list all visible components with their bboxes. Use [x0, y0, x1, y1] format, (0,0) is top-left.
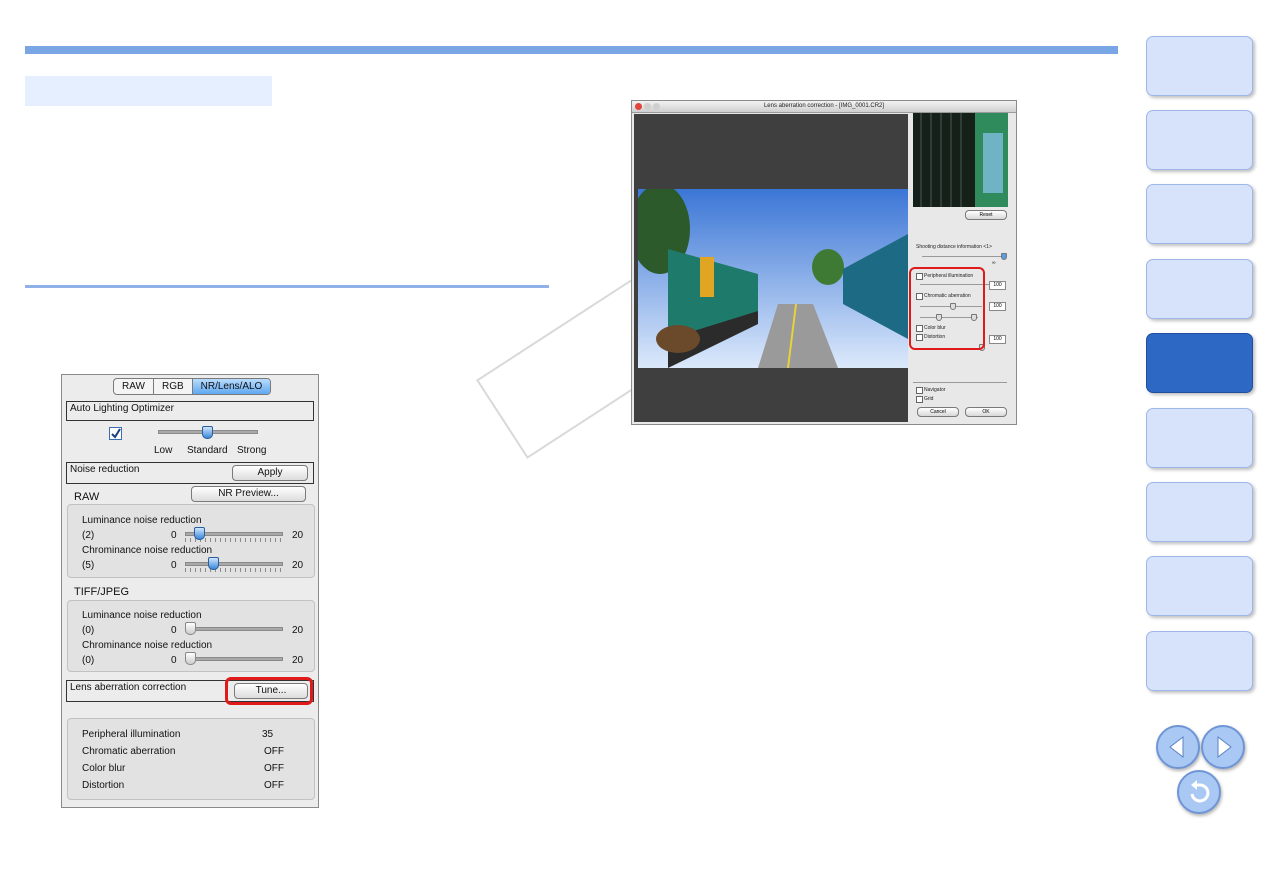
side-tab-8[interactable] [1146, 556, 1253, 616]
raw-luminance-value: (2) [82, 530, 95, 541]
tab-nr-lens-alo[interactable]: NR/Lens/ALO [192, 379, 271, 394]
navigator-thumbnail[interactable] [913, 113, 1008, 207]
close-window-icon[interactable] [635, 103, 642, 110]
minimize-window-icon[interactable] [644, 103, 651, 110]
tiff-luminance-max: 20 [292, 625, 304, 636]
raw-chrominance-track[interactable] [185, 562, 283, 566]
tab-raw[interactable]: RAW [114, 379, 154, 394]
chromatic-value-field[interactable]: 100 [989, 302, 1006, 311]
summary-chromatic-label: Chromatic aberration [82, 746, 176, 757]
raw-chrominance-value: (5) [82, 560, 95, 571]
summary-colorblur-value: OFF [264, 763, 284, 774]
header-bar [25, 46, 1118, 54]
lens-aberration-dialog: Lens aberration correction - [IMG_0001.C… [631, 100, 1017, 425]
tiff-luminance-track[interactable] [185, 627, 283, 631]
summary-peripheral-label: Peripheral illumination [82, 729, 181, 740]
navigator-checkbox[interactable] [916, 387, 923, 402]
raw-chrominance-ticks [185, 568, 281, 572]
summary-distortion-value: OFF [264, 780, 284, 791]
alo-slider-thumb[interactable] [202, 426, 213, 439]
side-tab-6[interactable] [1146, 408, 1253, 468]
raw-chrominance-thumb[interactable] [207, 557, 219, 570]
tune-highlight [225, 677, 313, 705]
alo-low-label: Low [154, 445, 173, 456]
apply-button[interactable]: Apply [232, 465, 308, 481]
navigator-label: Navigator [924, 387, 946, 393]
section-heading-box [25, 76, 272, 106]
nr-preview-button[interactable]: NR Preview... [191, 486, 306, 502]
tiff-chrominance-track[interactable] [185, 657, 283, 661]
peripheral-value-field[interactable]: 100 [989, 281, 1006, 290]
section-divider [25, 285, 549, 288]
tiff-chrominance-value: (0) [82, 655, 95, 666]
return-arrow-icon [1190, 780, 1210, 803]
return-button[interactable] [1177, 770, 1221, 814]
alo-standard-label: Standard [187, 445, 228, 456]
tiff-chrominance-thumb[interactable] [185, 652, 196, 665]
corrections-highlight [909, 267, 985, 350]
side-tab-5-active[interactable] [1146, 333, 1253, 393]
train-photo-preview [638, 189, 908, 368]
raw-luminance-min: 0 [171, 530, 177, 541]
side-tab-4[interactable] [1146, 259, 1253, 319]
tiff-luminance-value: (0) [82, 625, 95, 636]
image-preview-area[interactable] [634, 114, 908, 422]
raw-section-label: RAW [74, 491, 100, 503]
raw-chrominance-label: Chrominance noise reduction [82, 545, 213, 556]
raw-luminance-thumb[interactable] [194, 527, 205, 540]
side-tab-9[interactable] [1146, 631, 1253, 691]
tab-rgb[interactable]: RGB [154, 379, 193, 394]
arrow-left-icon [1169, 735, 1184, 759]
lens-aberration-title: Lens aberration correction [70, 682, 187, 693]
lens-summary-group: Peripheral illumination 35 Chromatic abe… [67, 718, 315, 800]
dialog-title: Lens aberration correction - [IMG_0001.C… [763, 103, 885, 109]
tiff-luminance-min: 0 [171, 625, 177, 636]
cancel-button[interactable]: Cancel [917, 407, 959, 417]
ok-button[interactable]: OK [965, 407, 1007, 417]
nr-title: Noise reduction [70, 464, 140, 475]
tiff-luminance-thumb[interactable] [185, 622, 196, 635]
side-tab-1[interactable] [1146, 36, 1253, 96]
zoom-window-icon[interactable] [653, 103, 660, 110]
summary-distortion-label: Distortion [82, 780, 125, 791]
tiff-chrominance-max: 20 [292, 655, 304, 666]
shooting-distance-label: Shooting distance information <1> [916, 244, 992, 250]
shooting-distance-track[interactable] [922, 256, 1007, 257]
shooting-distance-thumb[interactable] [1001, 253, 1007, 260]
tiff-chrominance-min: 0 [171, 655, 177, 666]
raw-luminance-label: Luminance noise reduction [82, 515, 202, 526]
alo-title: Auto Lighting Optimizer [70, 403, 174, 414]
dialog-titlebar: Lens aberration correction - [IMG_0001.C… [632, 101, 1016, 113]
alo-strong-label: Strong [237, 445, 267, 456]
side-tab-3[interactable] [1146, 184, 1253, 244]
grid-checkbox[interactable] [916, 396, 923, 403]
checkmark-icon [111, 428, 121, 439]
infinity-label: ∞ [992, 260, 996, 266]
tiff-chrominance-label: Chrominance noise reduction [82, 640, 213, 651]
side-tab-2[interactable] [1146, 110, 1253, 170]
raw-chrominance-max: 20 [292, 560, 304, 571]
raw-nr-group: Luminance noise reduction (2) 0 20 Chrom… [67, 504, 315, 578]
tool-palette: RAW RGB NR/Lens/ALO Auto Lighting Optimi… [61, 374, 319, 808]
dialog-separator [913, 382, 1007, 383]
reset-button[interactable]: Reset [965, 210, 1007, 220]
tiff-section-label: TIFF/JPEG [74, 586, 129, 598]
side-tab-7[interactable] [1146, 482, 1253, 542]
raw-luminance-max: 20 [292, 530, 304, 541]
distortion-value-field[interactable]: 100 [989, 335, 1006, 344]
palette-tabs: RAW RGB NR/Lens/ALO [113, 378, 272, 395]
grid-label: Grid [924, 396, 934, 402]
alo-checkbox[interactable] [109, 427, 122, 440]
summary-peripheral-value: 35 [262, 729, 274, 740]
raw-chrominance-min: 0 [171, 560, 177, 571]
next-page-button[interactable] [1201, 725, 1245, 769]
tiff-nr-group: Luminance noise reduction (0) 0 20 Chrom… [67, 600, 315, 672]
previous-page-button[interactable] [1156, 725, 1200, 769]
summary-colorblur-label: Color blur [82, 763, 126, 774]
summary-chromatic-value: OFF [264, 746, 284, 757]
arrow-right-icon [1217, 735, 1232, 759]
tiff-luminance-label: Luminance noise reduction [82, 610, 202, 621]
